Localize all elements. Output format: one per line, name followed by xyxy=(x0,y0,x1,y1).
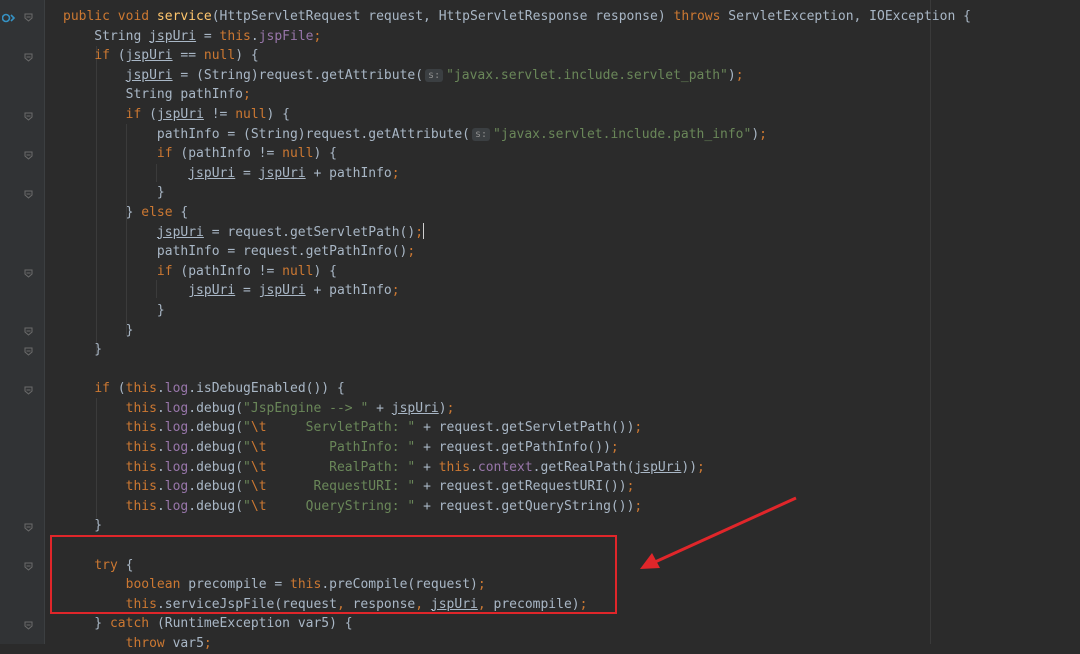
annotation-arrow xyxy=(640,496,797,569)
